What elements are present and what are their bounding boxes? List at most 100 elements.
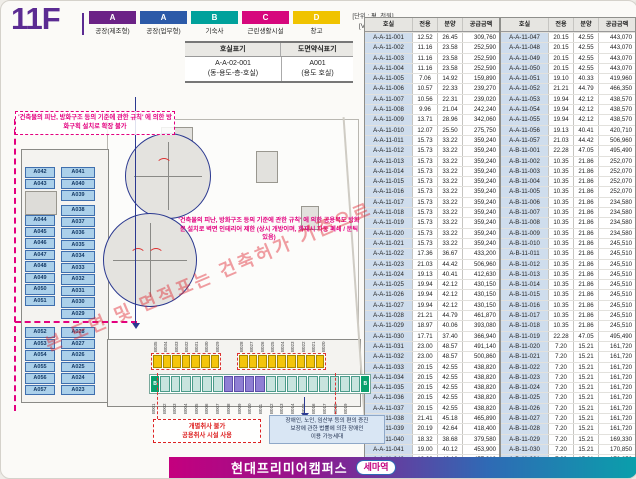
table-row: A-B-11-00310.3521.86252,070 (501, 166, 635, 176)
notation-value-room: A-A-02-001 (동-용도-층-호실) (185, 57, 281, 81)
unit-detail-circle (125, 133, 211, 219)
room-cell: A048 (25, 261, 55, 272)
area-supply: 25.50 (437, 126, 462, 135)
table-row: A-B-11-0287.2015.21161,720 (501, 423, 635, 433)
table-row: A-A-11-04018.3238.68379,580 (365, 434, 499, 444)
room-id: A-A-11-035 (365, 383, 412, 392)
area-supply: 42.55 (437, 393, 462, 402)
room-id: A-A-11-013 (365, 157, 412, 166)
price: 252,070 (598, 157, 635, 166)
area-supply: 15.21 (573, 373, 598, 382)
area-supply: 42.55 (573, 54, 598, 63)
room-id: A-B-11-005 (501, 187, 548, 196)
price: 443,070 (598, 43, 635, 52)
area-exclusive: 15.73 (412, 198, 437, 207)
notation-header-short: 도면약식표기 (280, 43, 353, 57)
area-supply: 28.96 (437, 115, 462, 124)
area-supply: 23.58 (437, 64, 462, 73)
room-label: B012 (267, 394, 278, 414)
area-exclusive: 20.15 (412, 404, 437, 413)
room-label: B008 (224, 394, 235, 414)
area-supply: 40.12 (437, 445, 462, 454)
room-cell: A049 (25, 273, 55, 284)
area-exclusive: 10.35 (548, 218, 573, 227)
area-supply: 40.41 (573, 126, 598, 135)
area-supply: 15.21 (573, 404, 598, 413)
table-row: A-B-11-00122.2847.05495,490 (501, 145, 635, 155)
room-cell (277, 376, 287, 392)
price: 245,510 (598, 280, 635, 289)
area-supply: 21.86 (573, 270, 598, 279)
price: 438,570 (598, 115, 635, 124)
table-row: A-A-11-00411.1623.58252,590 (365, 63, 499, 73)
room-cell: A039 (61, 190, 95, 201)
area-exclusive: 15.73 (412, 187, 437, 196)
price: 506,960 (598, 136, 635, 145)
area-supply: 33.22 (437, 157, 462, 166)
table-row: A-A-11-05721.0344.42506,960 (501, 135, 635, 145)
room-stack: A041A040A039 (61, 167, 95, 202)
table-row: A-B-11-01110.3521.86245,510 (501, 248, 635, 258)
room-cell: A042 (25, 167, 55, 178)
area-supply: 21.86 (573, 167, 598, 176)
room-cell: A057 (25, 385, 55, 396)
area-supply: 21.86 (573, 280, 598, 289)
room-id: A-B-11-010 (501, 239, 548, 248)
area-supply: 15.21 (573, 352, 598, 361)
area-supply: 42.55 (573, 64, 598, 73)
room-label: B003 (170, 394, 181, 414)
room-id: A-B-11-003 (501, 167, 548, 176)
legend-color-bar: D (293, 11, 340, 24)
room-id: A-B-11-022 (501, 363, 548, 372)
price: 418,400 (462, 424, 499, 433)
area-exclusive: 7.20 (548, 424, 573, 433)
area-supply: 42.55 (437, 363, 462, 372)
room-cell: A023 (61, 385, 95, 396)
room-id: A-A-11-026 (365, 290, 412, 299)
area-supply: 47.05 (573, 146, 598, 155)
area-supply: 48.57 (437, 342, 462, 351)
price: 245,510 (598, 239, 635, 248)
price: 359,240 (462, 187, 499, 196)
legend-color-bar: A (89, 11, 136, 24)
area-supply: 44.79 (437, 311, 462, 320)
legend-label: 창고 (293, 25, 340, 35)
room-id: A-A-11-001 (365, 33, 412, 42)
area-supply: 21.86 (573, 249, 598, 258)
price: 419,960 (598, 74, 635, 83)
price: 430,150 (462, 290, 499, 299)
area-exclusive: 10.56 (412, 95, 437, 104)
table-row: A-A-11-02918.9740.06393,080 (365, 320, 499, 330)
room-cell (298, 376, 308, 392)
area-exclusive: 20.15 (548, 54, 573, 63)
dorm-endcap-badge: B (361, 376, 369, 392)
area-supply: 48.57 (437, 352, 462, 361)
room-cell: A024 (61, 373, 95, 384)
table-row: A-A-11-05020.1542.55443,070 (501, 63, 635, 73)
area-exclusive: 19.94 (548, 115, 573, 124)
price: 245,510 (598, 290, 635, 299)
room-id: A-A-11-027 (365, 301, 412, 310)
legend-item: A공장(업무형) (140, 11, 187, 35)
area-exclusive: 21.03 (412, 260, 437, 269)
legend-label: 공장(제조형) (89, 25, 136, 35)
room-id: A-B-11-007 (501, 208, 548, 217)
area-exclusive: 11.16 (412, 64, 437, 73)
table-row: A-B-11-01210.3521.86245,510 (501, 259, 635, 269)
table-row: A-B-11-01610.3521.86245,510 (501, 300, 635, 310)
area-exclusive: 15.73 (412, 146, 437, 155)
fire-compartment-dashed-line (15, 321, 137, 323)
price: 159,890 (462, 74, 499, 83)
price: 359,240 (462, 146, 499, 155)
room-cell: A054 (25, 350, 55, 361)
room-id: A-B-11-017 (501, 311, 548, 320)
area-exclusive: 20.15 (548, 33, 573, 42)
price: 412,630 (462, 270, 499, 279)
room-cell (201, 355, 210, 368)
area-supply: 42.64 (437, 424, 462, 433)
col-header-price: 공급금액 (462, 18, 499, 31)
room-notation-table: 호실표기 도면약식표기 A-A-02-001 (동-용도-층-호실) A001 … (185, 41, 353, 83)
room-id: A-B-11-016 (501, 301, 548, 310)
room-cell (258, 355, 267, 368)
price: 161,720 (598, 424, 635, 433)
